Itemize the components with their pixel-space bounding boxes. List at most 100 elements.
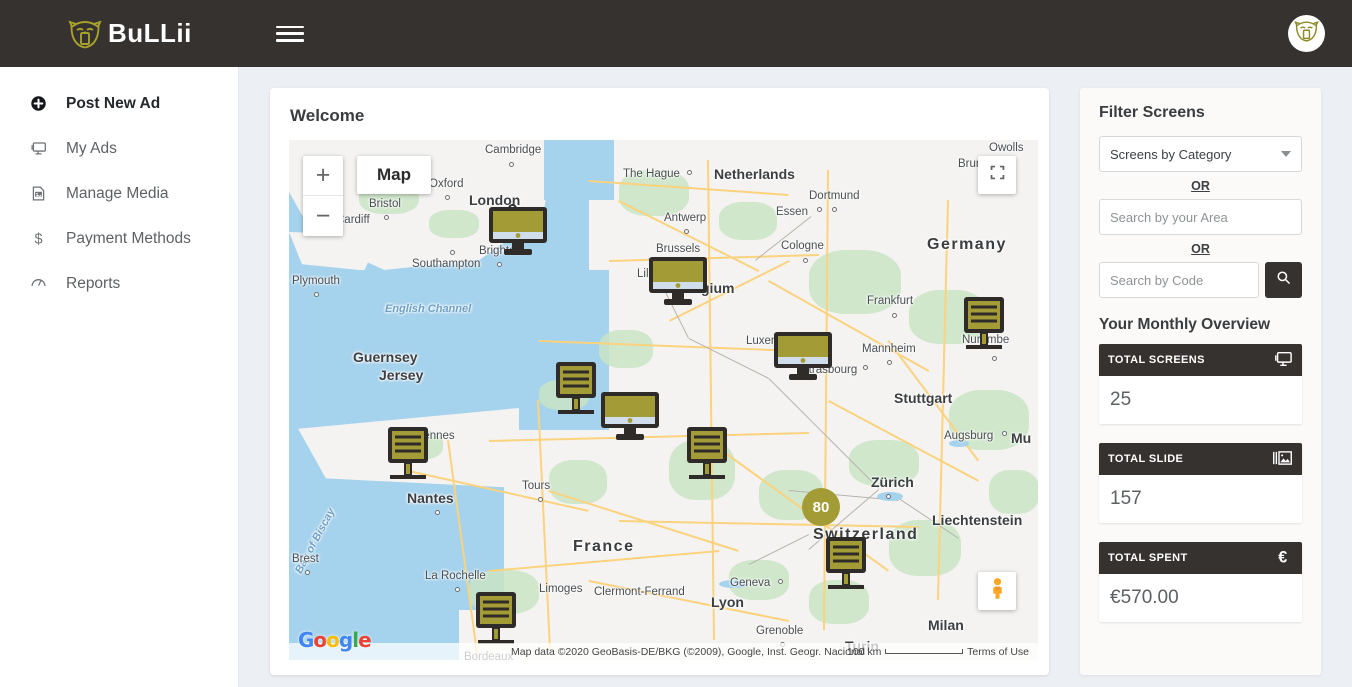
map-attribution-text: Map data ©2020 GeoBasis-DE/BKG (©2009), … <box>511 645 865 658</box>
map-label: Augsburg <box>944 430 994 442</box>
stat-card-header: TOTAL SPENT € <box>1099 542 1302 574</box>
file-image-icon <box>28 184 48 204</box>
bear-head-icon <box>68 19 102 49</box>
sidebar-item-reports[interactable]: Reports <box>0 261 238 306</box>
page-title: Welcome <box>290 106 365 125</box>
street-view-pegman-button[interactable] <box>978 572 1016 610</box>
search-code-input[interactable] <box>1099 262 1259 298</box>
map-label: Nantes <box>407 490 454 506</box>
map-geography <box>989 470 1038 514</box>
zoom-in-button[interactable]: + <box>303 156 343 196</box>
map-marker-cluster[interactable]: 80 <box>802 488 840 526</box>
map-label: Guernsey <box>353 349 418 365</box>
map-scale-bar <box>885 649 964 654</box>
search-icon <box>1276 270 1291 290</box>
map-city-dot <box>1002 431 1007 436</box>
fullscreen-button[interactable] <box>978 156 1016 194</box>
map-label: Geneva <box>730 577 771 589</box>
monitor-icon <box>28 139 48 159</box>
map-zoom-controls[interactable]: + − <box>303 156 343 236</box>
search-button[interactable] <box>1265 262 1302 298</box>
sidebar-item-label: Payment Methods <box>66 229 191 247</box>
monitor-icon <box>1273 350 1293 371</box>
map-marker-monitor[interactable] <box>599 390 661 447</box>
map-marker-billboard[interactable] <box>386 425 430 486</box>
map-label: Netherlands <box>714 166 795 182</box>
map-label: Brussels <box>656 243 701 255</box>
avatar[interactable] <box>1288 15 1325 52</box>
stat-card-label: TOTAL SPENT <box>1108 552 1188 564</box>
svg-text:€: € <box>1278 548 1287 566</box>
map-marker-monitor[interactable] <box>647 255 709 312</box>
logo[interactable]: BuLLii <box>68 18 192 49</box>
sidebar-item-manage-media[interactable]: Manage Media <box>0 171 238 216</box>
terms-of-use-link[interactable]: Terms of Use <box>967 646 1029 658</box>
stat-card-total-spent: TOTAL SPENT € €570.00 <box>1099 542 1302 622</box>
sidebar-item-my-ads[interactable]: My Ads <box>0 126 238 171</box>
map-city-dot <box>455 587 460 592</box>
map-label: The Hague <box>623 168 680 180</box>
screens-by-category-select[interactable]: Screens by Category <box>1099 136 1302 172</box>
map-marker-billboard[interactable] <box>824 535 868 596</box>
map-marker-monitor[interactable] <box>487 205 549 262</box>
map-geography <box>549 460 607 504</box>
map-city-dot <box>497 262 502 267</box>
google-map[interactable]: Bay of Biscay Cambridge Oxford London Brist… <box>289 140 1038 660</box>
map-marker-billboard[interactable] <box>685 425 729 486</box>
map-label: Dortmund <box>809 190 860 202</box>
map-attribution-bar: Map data ©2020 GeoBasis-DE/BKG (©2009), … <box>289 643 1038 660</box>
search-area-input[interactable] <box>1099 199 1302 235</box>
zoom-out-button[interactable]: − <box>303 196 343 236</box>
svg-text:$: $ <box>34 232 42 247</box>
map-scale: 100 km <box>847 646 964 658</box>
street-view-pegman-icon <box>989 577 1006 605</box>
map-marker-billboard[interactable] <box>554 360 598 421</box>
map-city-dot <box>886 494 891 499</box>
sidebar-item-label: Reports <box>66 274 121 292</box>
stat-card-value: €570.00 <box>1099 574 1302 622</box>
filter-title: Filter Screens <box>1099 104 1205 121</box>
google-logo: Google <box>298 628 372 652</box>
map-label: Clermont-Ferrand <box>594 586 685 598</box>
sidebar-item-label: Manage Media <box>66 184 169 202</box>
map-label: English Channel <box>385 303 472 315</box>
fullscreen-icon <box>989 164 1006 186</box>
stat-card-value: 25 <box>1099 376 1302 424</box>
map-label: Owolls <box>989 142 1024 154</box>
map-label: Southampton <box>412 258 481 270</box>
search-code-row <box>1099 262 1302 298</box>
map-label: France <box>573 538 635 555</box>
map-city-dot <box>314 292 319 297</box>
map-label: Limoges <box>539 583 583 595</box>
stat-card-label: TOTAL SCREENS <box>1108 354 1205 366</box>
map-label: Plymouth <box>292 275 340 287</box>
filter-panel: Filter Screens Screens by Category OR OR… <box>1080 88 1321 675</box>
map-label: Liechtenstein <box>932 512 1023 528</box>
app-header: BuLLii <box>0 0 1352 67</box>
welcome-card: Welcome Bay of Biscay Cambridge Oxford Lon… <box>270 88 1049 675</box>
map-label: Jersey <box>379 367 424 383</box>
map-label: La Rochelle <box>425 570 486 582</box>
euro-icon: € <box>1273 548 1293 569</box>
map-marker-monitor[interactable] <box>772 330 834 387</box>
map-marker-billboard[interactable] <box>962 295 1006 356</box>
map-type-button[interactable]: Map <box>357 156 431 194</box>
map-label: Cambridge <box>485 144 542 156</box>
map-city-dot <box>892 313 897 318</box>
map-city-dot <box>435 510 440 515</box>
stat-card-value: 157 <box>1099 475 1302 523</box>
map-city-dot <box>684 229 689 234</box>
sidebar-item-payment-methods[interactable]: $ Payment Methods <box>0 216 238 261</box>
map-marker-billboard[interactable] <box>474 590 518 651</box>
map-label: Antwerp <box>664 212 707 224</box>
hamburger-menu-icon[interactable] <box>275 24 304 44</box>
pulse-chart-icon <box>28 274 48 294</box>
map-city-dot <box>384 215 389 220</box>
map-label: Stuttgart <box>894 390 953 406</box>
sidebar-item-post-new-ad[interactable]: Post New Ad <box>0 81 238 126</box>
sidebar: Post New Ad My Ads Manage Media $ Paymen… <box>0 67 239 687</box>
map-label: Cologne <box>781 240 824 252</box>
map-city-dot <box>817 207 822 212</box>
map-label: Brest <box>292 553 319 565</box>
sidebar-item-label: My Ads <box>66 139 117 157</box>
